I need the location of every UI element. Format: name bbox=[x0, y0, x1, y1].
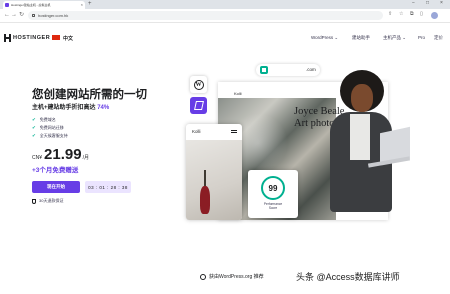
reload-button[interactable]: ↻ bbox=[19, 12, 24, 18]
price-amount: 21.99 bbox=[44, 146, 82, 163]
guarantee-text: 30天退款保证 bbox=[39, 198, 64, 203]
mobile-preview-card: Kolli bbox=[186, 124, 242, 220]
china-flag-icon[interactable] bbox=[52, 35, 60, 40]
mobile-artwork bbox=[186, 140, 242, 220]
nav-item-pro[interactable]: Pro bbox=[418, 35, 425, 40]
wordpress-icon: W bbox=[193, 79, 204, 90]
minimize-button[interactable]: − bbox=[412, 1, 415, 6]
sidebar-icon[interactable]: ▯ bbox=[420, 12, 423, 17]
favicon-icon bbox=[5, 3, 9, 7]
logo-text[interactable]: HOSTINGER bbox=[13, 35, 50, 41]
feature-item: ✔ 全天候客服支持 bbox=[32, 132, 68, 140]
price: CN¥ 21.99 /月 bbox=[32, 146, 89, 163]
score-label-line2: Score bbox=[268, 205, 278, 210]
builder-icon bbox=[193, 101, 204, 110]
menu-icon bbox=[231, 130, 237, 133]
address-bar: ← → ↻ hostinger.com.hk ⇪ ☆ ⧉ ▯ bbox=[0, 9, 450, 23]
start-now-button[interactable]: 现在开始 bbox=[32, 181, 80, 193]
url-text: hostinger.com.hk bbox=[38, 13, 69, 18]
wordpress-icon bbox=[200, 273, 206, 280]
feature-text: 免费域名 bbox=[39, 117, 56, 122]
performance-score-card: 99 Performance Score bbox=[248, 170, 298, 218]
feature-list: ✔ 免费域名 ✔ 免费网站迁移 ✔ 全天候客服支持 bbox=[32, 116, 68, 140]
price-period: /月 bbox=[82, 155, 89, 161]
wordpress-tile: W bbox=[190, 76, 207, 93]
close-window-button[interactable]: × bbox=[440, 1, 443, 6]
feature-text: 免费网站迁移 bbox=[39, 125, 64, 130]
site-header: HOSTINGER 中文 WordPress ⌄ 建站助手 主机产品 ⌄ Pro… bbox=[0, 31, 450, 45]
browser-tab[interactable]: Hostinger建站主机 - 虚拟主机 × bbox=[3, 1, 85, 9]
hostinger-logo-icon[interactable] bbox=[4, 34, 11, 42]
language-selector[interactable]: 中文 bbox=[63, 35, 73, 42]
hero-subtitle: 主机+建站助手折扣高达 74% bbox=[32, 102, 109, 111]
domain-icon bbox=[260, 66, 268, 74]
feature-text: 全天候客服支持 bbox=[39, 133, 68, 138]
lock-icon bbox=[32, 14, 35, 17]
nav-item-website-builder[interactable]: 建站助手 bbox=[352, 35, 370, 41]
tab-close-icon[interactable]: × bbox=[81, 3, 83, 7]
nav-item-wordpress[interactable]: WordPress ⌄ bbox=[311, 35, 338, 41]
check-icon: ✔ bbox=[32, 124, 36, 130]
url-input[interactable]: hostinger.com.hk bbox=[28, 11, 383, 20]
shirt-shape bbox=[350, 114, 370, 160]
share-icon[interactable]: ⇪ bbox=[388, 12, 392, 17]
nav-item-pricing[interactable]: 定价 bbox=[434, 35, 443, 41]
score-label: Performance Score bbox=[248, 202, 298, 211]
feature-item: ✔ 免费网站迁移 bbox=[32, 124, 68, 132]
woman-photo bbox=[318, 70, 411, 220]
vase-shape bbox=[200, 186, 210, 214]
watermark: 头条 @Access数据库讲师 bbox=[296, 272, 400, 282]
bonus-offer: +3个月免费赠送 bbox=[32, 167, 79, 174]
check-icon: ✔ bbox=[32, 116, 36, 122]
preview-brand: Kolli bbox=[234, 91, 242, 96]
countdown-timer: 03 : 01 : 28 : 38 bbox=[85, 181, 131, 193]
hero-title: 您创建网站所需的一切 bbox=[32, 89, 147, 101]
back-button[interactable]: ← bbox=[4, 12, 10, 18]
check-icon: ✔ bbox=[32, 132, 36, 138]
feature-item: ✔ 免费域名 bbox=[32, 116, 68, 124]
face-shape bbox=[351, 84, 373, 112]
maximize-button[interactable]: □ bbox=[426, 1, 429, 6]
domain-pill: .com bbox=[256, 64, 320, 76]
money-back-guarantee: 30天退款保证 bbox=[32, 198, 63, 204]
extensions-icon[interactable]: ⧉ bbox=[410, 12, 414, 17]
subtitle-text: 主机+建站助手折扣高达 bbox=[32, 105, 96, 111]
nav-item-hosting[interactable]: 主机产品 ⌄ bbox=[383, 35, 406, 41]
bookmark-icon[interactable]: ☆ bbox=[399, 12, 403, 17]
forward-button[interactable]: → bbox=[11, 12, 17, 18]
discount-percent: 74% bbox=[97, 105, 110, 111]
tab-title: Hostinger建站主机 - 虚拟主机 bbox=[11, 3, 51, 7]
domain-text: .com bbox=[306, 67, 316, 72]
price-currency: CN¥ bbox=[32, 155, 43, 161]
score-value: 99 bbox=[268, 183, 278, 193]
new-tab-button[interactable]: + bbox=[88, 1, 92, 7]
browser-tab-bar: Hostinger建站主机 - 虚拟主机 × + − □ × bbox=[0, 0, 450, 9]
score-ring: 99 bbox=[261, 176, 285, 200]
profile-avatar[interactable] bbox=[431, 12, 438, 19]
endorsement-text: 获由WordPress.org 推荐 bbox=[209, 274, 264, 280]
wordpress-endorsement: 获由WordPress.org 推荐 bbox=[200, 273, 264, 280]
shield-icon bbox=[32, 198, 36, 204]
website-builder-tile bbox=[190, 97, 207, 114]
mobile-brand: Kolli bbox=[192, 129, 201, 134]
